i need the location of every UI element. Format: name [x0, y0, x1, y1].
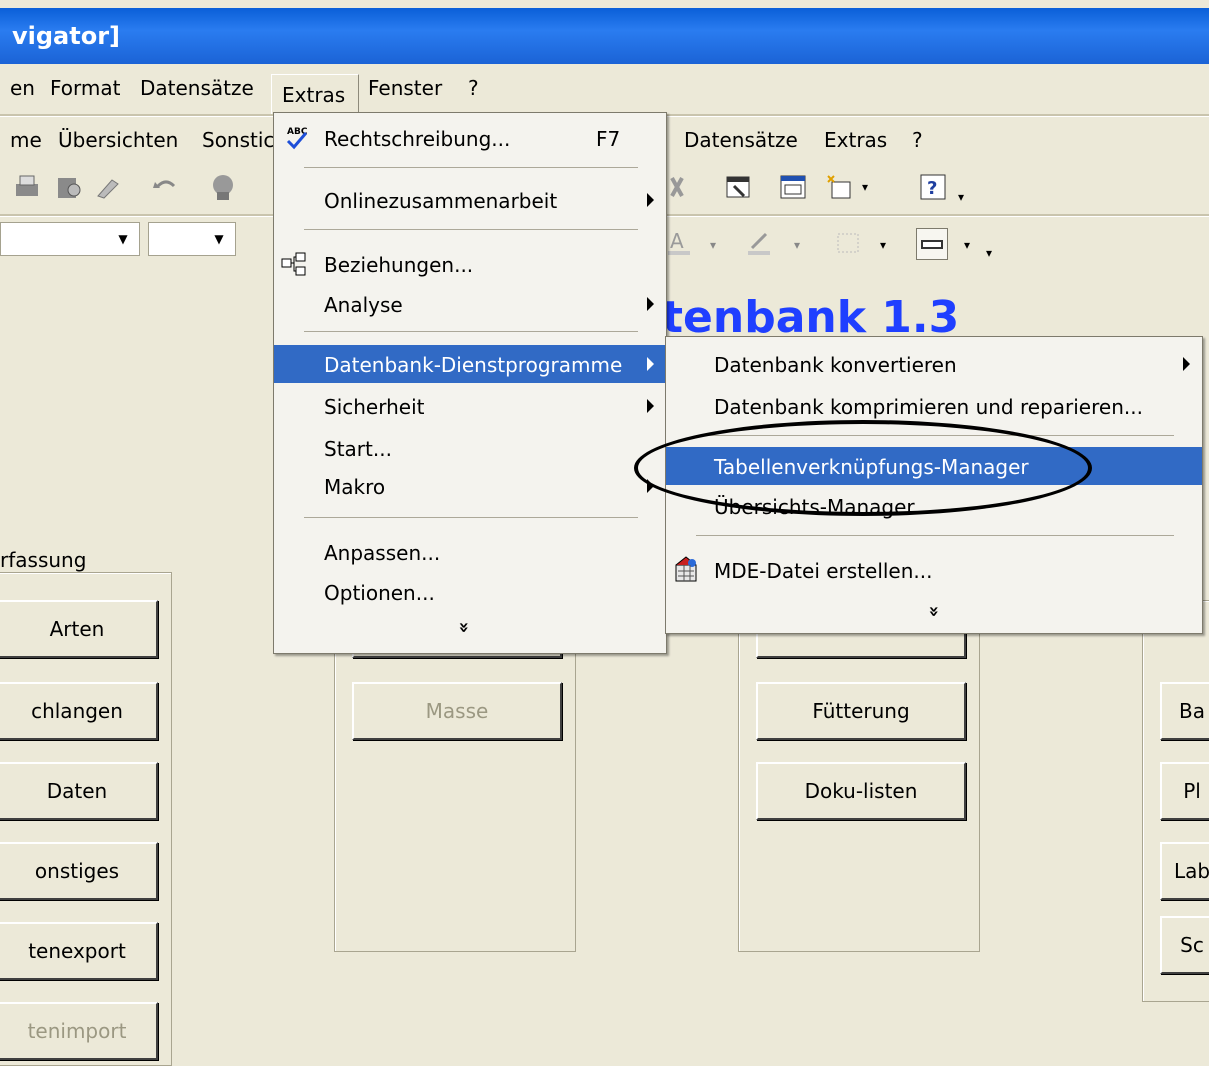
fuetterung-button[interactable]: Fütterung — [756, 682, 966, 740]
menu-item-ansicht[interactable]: en — [10, 76, 35, 100]
menu-bar: en Format Datensätze Fenster ? — [0, 68, 1209, 106]
far-right-button-1[interactable]: Ba — [1160, 682, 1209, 740]
menu-separator — [304, 167, 638, 168]
chevron-down-icon[interactable]: ▾ — [794, 238, 800, 252]
expand-menu-icon[interactable]: » — [923, 606, 944, 618]
menu-item-help[interactable]: ? — [468, 76, 479, 100]
new-object-dropdown-icon[interactable]: ▾ — [862, 180, 868, 194]
form-menu-item-0[interactable]: me — [10, 128, 42, 152]
far-right-button-4[interactable]: Sc — [1160, 916, 1209, 974]
border-icon[interactable] — [834, 228, 864, 258]
menu-separator — [304, 229, 638, 230]
menu-item-fenster[interactable]: Fenster — [368, 76, 442, 100]
chevron-down-icon[interactable]: ▾ — [964, 238, 970, 252]
form-menu-item-uebersichten[interactable]: Übersichten — [58, 128, 178, 152]
toolbar-options-icon[interactable]: ▾ — [958, 190, 964, 204]
preview-icon[interactable] — [54, 172, 84, 202]
highlight-ellipse-annotation — [634, 420, 1092, 516]
submenu-arrow-icon — [647, 297, 654, 311]
toolbar-left — [0, 164, 270, 212]
window-title: vigator] — [12, 22, 121, 50]
toolbar-options-icon[interactable]: ▾ — [986, 246, 992, 260]
far-right-button-3[interactable]: Lab — [1160, 842, 1209, 900]
hyperlink-icon[interactable] — [208, 172, 238, 202]
menu-item-format[interactable]: Format — [50, 76, 120, 100]
chevron-down-icon[interactable]: ▼ — [207, 227, 231, 251]
form-menu-item-extras[interactable]: Extras — [824, 128, 887, 152]
menu-separator — [696, 535, 1174, 536]
svg-text:?: ? — [927, 178, 937, 199]
chevron-down-icon[interactable]: ▾ — [880, 238, 886, 252]
toolbar-right: ▾ ? ▾ — [666, 164, 996, 212]
arten-button[interactable]: Arten — [0, 600, 158, 658]
expand-menu-icon[interactable]: » — [453, 622, 474, 634]
submenu-arrow-icon — [647, 193, 654, 207]
menu-item-onlinezusammenarbeit[interactable]: Onlinezusammenarbeit — [274, 181, 666, 219]
font-size-combo[interactable]: ▼ — [148, 222, 236, 256]
format-toolbar-right: A ▾ ▾ ▾ ▾ ▾ — [666, 220, 1016, 264]
menu-item-makro[interactable]: Makro — [274, 467, 666, 505]
datenimport-button[interactable]: tenimport — [0, 1002, 158, 1060]
menu-item-komprimieren-reparieren[interactable]: Datenbank komprimieren und reparieren... — [666, 387, 1202, 425]
doku-listen-button[interactable]: Doku-listen — [756, 762, 966, 820]
font-name-combo[interactable]: ▼ — [0, 222, 140, 256]
line-color-icon[interactable] — [746, 228, 776, 258]
print-icon[interactable] — [12, 172, 42, 202]
menu-item-optionen[interactable]: Optionen... — [274, 573, 666, 611]
form-menu-bar: me Übersichten Sonstic — [0, 120, 300, 158]
spellcheck-icon: ABC — [284, 125, 310, 156]
schlangen-button[interactable]: chlangen — [0, 682, 158, 740]
database-window-icon[interactable] — [778, 172, 808, 202]
form-menu-bar-right: Datensätze Extras ? — [666, 120, 1209, 158]
new-object-icon[interactable] — [824, 172, 854, 202]
form-menu-item-sonstiges[interactable]: Sonstic — [202, 128, 274, 152]
menu-item-extras-label: Extras — [282, 83, 346, 107]
undo-icon[interactable] — [150, 172, 180, 202]
help-icon[interactable]: ? — [918, 172, 948, 202]
menu-item-mde-datei-erstellen[interactable]: MDE-Datei erstellen... — [666, 551, 1202, 589]
submenu-arrow-icon — [647, 399, 654, 413]
properties-icon[interactable] — [724, 172, 754, 202]
special-effect-icon[interactable] — [916, 228, 948, 260]
menu-item-datenbank-dienstprogramme[interactable]: Datenbank-Dienstprogramme — [274, 345, 666, 383]
menu-item-datensaetze[interactable]: Datensätze — [140, 76, 254, 100]
submenu-arrow-icon — [1183, 357, 1190, 371]
submenu-arrow-icon — [647, 357, 654, 371]
form-menu-item-help[interactable]: ? — [912, 128, 923, 152]
menu-item-extras[interactable]: Extras — [271, 74, 359, 116]
menu-separator — [304, 331, 638, 332]
menu-item-beziehungen[interactable]: Beziehungen... — [274, 245, 666, 283]
menu-separator — [304, 517, 638, 518]
menu-item-start[interactable]: Start... — [274, 429, 666, 467]
menu-item-analyse[interactable]: Analyse — [274, 285, 666, 323]
daten-button[interactable]: Daten — [0, 762, 158, 820]
delete-icon[interactable] — [668, 172, 698, 202]
masse-button[interactable]: Masse — [352, 682, 562, 740]
sonstiges-button[interactable]: onstiges — [0, 842, 158, 900]
menu-item-anpassen[interactable]: Anpassen... — [274, 533, 666, 571]
relationships-icon — [280, 251, 308, 282]
menu-item-rechtschreibung[interactable]: ABC Rechtschreibung... F7 — [274, 119, 666, 157]
form-menu-item-datensaetze[interactable]: Datensätze — [684, 128, 798, 152]
font-color-icon[interactable]: A — [666, 228, 696, 258]
chevron-down-icon[interactable]: ▾ — [710, 238, 716, 252]
extras-menu: ABC Rechtschreibung... F7 Onlinezusammen… — [273, 112, 667, 654]
chevron-down-icon[interactable]: ▼ — [111, 227, 135, 251]
menu-item-datenbank-konvertieren[interactable]: Datenbank konvertieren — [666, 345, 1202, 383]
far-right-button-2[interactable]: Pl — [1160, 762, 1209, 820]
mde-file-icon — [670, 555, 700, 590]
svg-text:A: A — [670, 229, 684, 253]
menu-item-sicherheit[interactable]: Sicherheit — [274, 387, 666, 425]
format-painter-icon[interactable] — [92, 172, 122, 202]
group-label: rfassung — [0, 548, 87, 572]
datenexport-button[interactable]: tenexport — [0, 922, 158, 980]
title-bar: vigator] — [0, 8, 1209, 64]
